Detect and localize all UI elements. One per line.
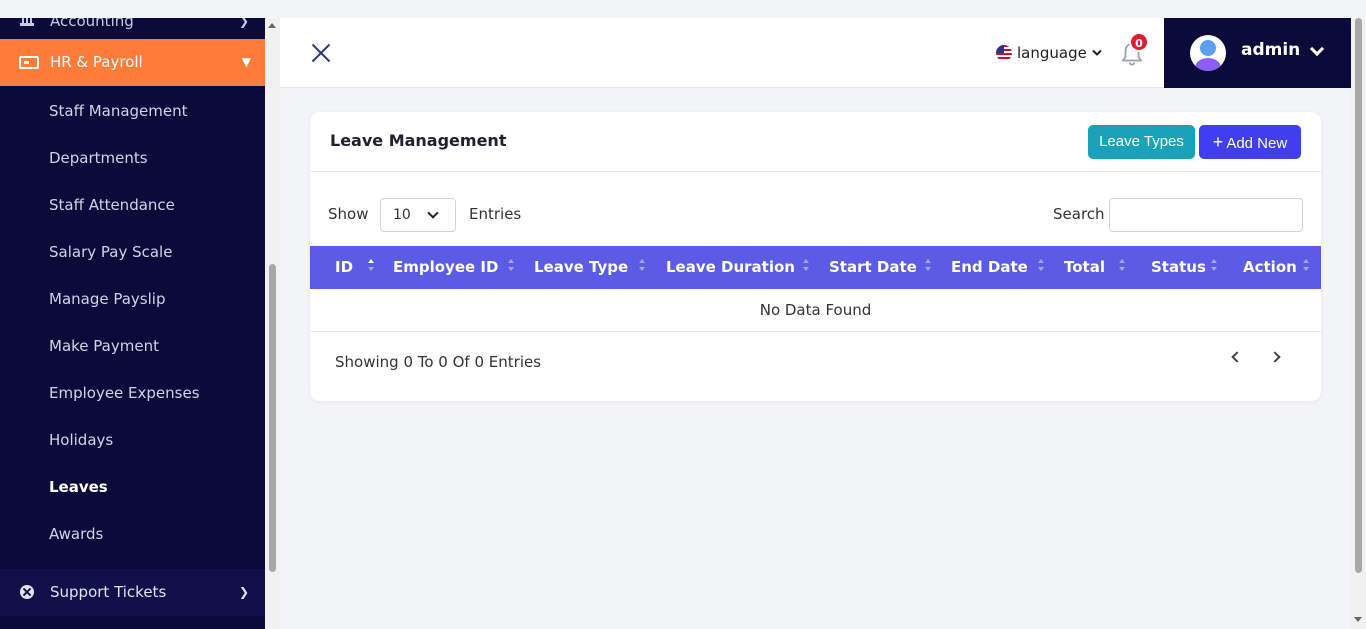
next-page-icon[interactable] [1268,349,1284,365]
sort-icon[interactable] [1119,259,1125,275]
sort-icon[interactable] [1038,259,1044,275]
column-header-employee-id[interactable]: Employee ID [393,246,498,289]
page-title: Leave Management [330,131,507,150]
sidebar-item-label: Accounting [50,18,134,30]
scroll-down-arrow-icon[interactable] [1354,617,1362,622]
entries-label: Entries [469,205,522,223]
chevron-right-icon: ❯ [238,18,249,28]
chevron-down-icon [1309,41,1325,57]
user-menu[interactable]: admin [1164,18,1351,88]
sidebar-subitem-awards[interactable]: Awards [49,525,103,543]
sidebar-scroll-thumb[interactable] [269,264,276,572]
card-divider [310,171,1321,172]
accounting-icon [20,18,34,26]
sidebar-item-hr-payroll[interactable]: HR & Payroll ▼ [0,39,265,86]
column-header-action[interactable]: Action [1243,246,1297,289]
scroll-up-arrow-icon[interactable] [268,23,276,28]
show-label: Show [328,205,369,223]
notification-badge: 0 [1129,32,1149,52]
username: admin [1241,40,1301,60]
add-new-label: Add New [1226,135,1288,152]
chevron-down-icon [427,207,439,219]
language-label: language [1017,44,1087,62]
table-header: ID Employee ID Leave Type Leave Duration… [310,246,1321,289]
chevron-right-icon: ❯ [238,585,249,599]
chevron-down-icon: ▼ [241,55,251,69]
leave-types-button[interactable]: Leave Types [1088,125,1195,159]
column-header-end-date[interactable]: End Date [951,246,1028,289]
sort-icon[interactable] [508,259,514,275]
plus-icon: + [1212,132,1224,152]
sidebar-subitem-manage-payslip[interactable]: Manage Payslip [49,290,165,308]
sidebar-subitem-staff-attendance[interactable]: Staff Attendance [49,196,175,214]
sidebar-item-accounting[interactable]: Accounting ❯ [0,18,265,38]
sort-icon[interactable] [1303,259,1309,275]
id-card-icon [19,56,39,69]
sidebar-subitem-leaves[interactable]: Leaves [49,478,108,496]
column-header-leave-duration[interactable]: Leave Duration [666,246,795,289]
sort-icon[interactable] [639,259,645,275]
empty-table-message: No Data Found [759,301,872,319]
chevron-down-icon [1092,49,1102,56]
us-flag-icon [996,45,1012,61]
column-header-id[interactable]: ID [335,246,353,289]
sidebar-item-label: HR & Payroll [50,53,143,71]
sidebar-subitem-staff-management[interactable]: Staff Management [49,102,188,120]
sidebar: Accounting ❯ HR & Payroll ▼ Staff Manage… [0,18,265,629]
sidebar-item-support-tickets[interactable]: Support Tickets ❯ [0,569,265,616]
leave-management-card: Leave Management Leave Types + Add New Sh… [310,112,1321,401]
search-input[interactable] [1109,198,1303,232]
page-scrollbar[interactable] [1351,18,1366,629]
table-row: No Data Found [310,289,1321,332]
column-header-total[interactable]: Total [1064,246,1105,289]
page-scroll-thumb[interactable] [1355,18,1362,573]
column-header-status[interactable]: Status [1151,246,1206,289]
previous-page-icon[interactable] [1228,349,1244,365]
sort-icon[interactable] [368,259,374,275]
page-size-select[interactable]: 10 [380,198,456,232]
avatar [1190,35,1226,71]
sidebar-subitem-departments[interactable]: Departments [49,149,148,167]
table-footer-info: Showing 0 To 0 Of 0 Entries [335,353,542,371]
column-header-leave-type[interactable]: Leave Type [534,246,628,289]
sidebar-subitem-holidays[interactable]: Holidays [49,431,113,449]
sidebar-subitem-employee-expenses[interactable]: Employee Expenses [49,384,200,402]
sidebar-scrollbar[interactable] [265,18,280,629]
support-icon [20,585,34,599]
search-label: Search [1053,205,1105,223]
page-size-value: 10 [393,207,411,223]
sidebar-subitem-salary-pay-scale[interactable]: Salary Pay Scale [49,243,172,261]
sort-icon[interactable] [925,259,931,275]
top-header: language 0 admin [280,18,1351,88]
sort-icon[interactable] [803,259,809,275]
add-new-button[interactable]: + Add New [1199,125,1301,159]
sort-icon[interactable] [1211,259,1217,275]
close-icon[interactable] [310,42,332,64]
column-header-start-date[interactable]: Start Date [829,246,917,289]
language-selector[interactable]: language [996,42,1102,64]
sidebar-subitem-make-payment[interactable]: Make Payment [49,337,159,355]
sidebar-item-label: Support Tickets [50,583,167,601]
